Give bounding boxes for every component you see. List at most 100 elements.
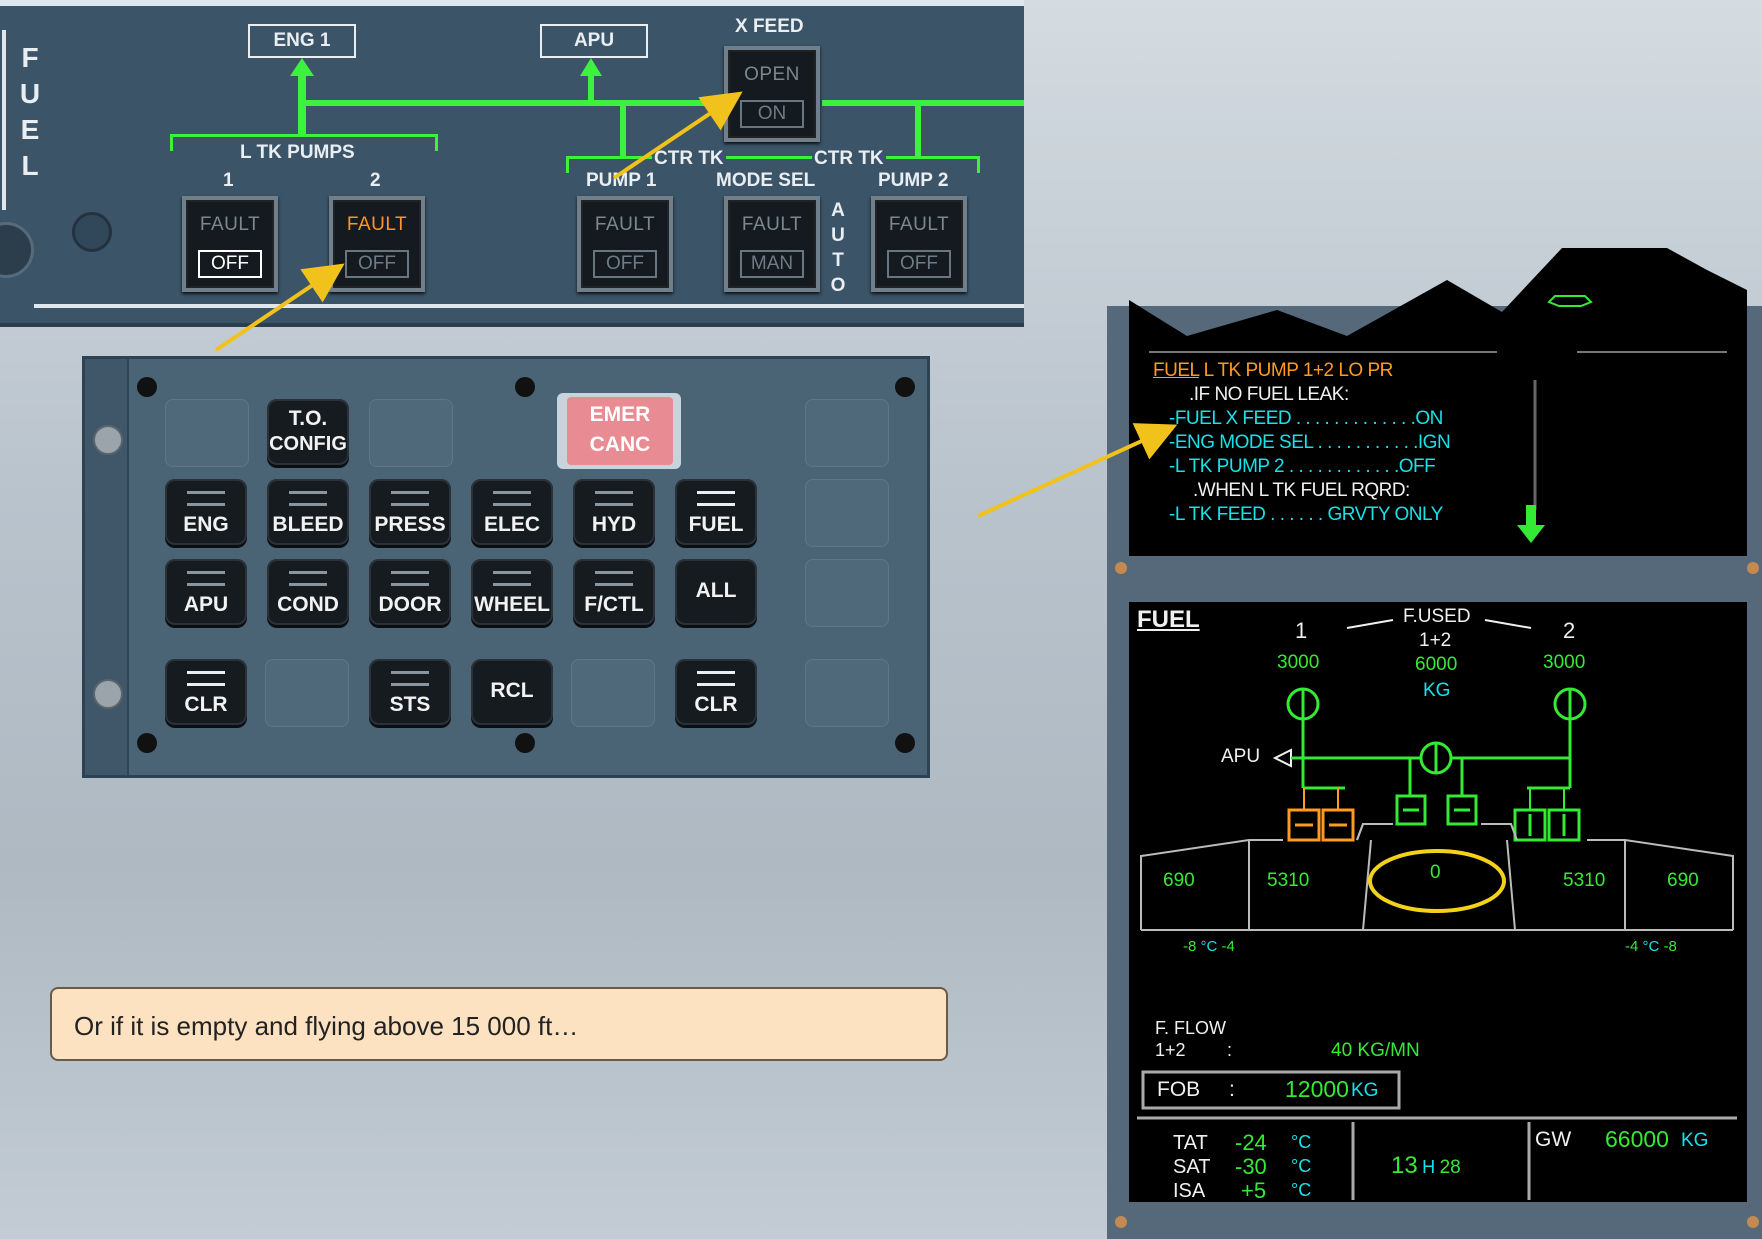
isa-label: ISA — [1173, 1180, 1206, 1202]
gw-label: GW — [1535, 1128, 1572, 1151]
empty-slot — [571, 659, 655, 727]
auto-label: A U T O — [828, 198, 848, 298]
key-light-bars — [595, 491, 633, 506]
eng-page-key[interactable]: ENG — [165, 479, 247, 545]
fault-light: FAULT — [741, 214, 803, 235]
l-tk-pumps-label: L TK PUMPS — [236, 142, 359, 164]
key-light-bars — [187, 671, 225, 686]
key-label: PRESS — [374, 513, 446, 536]
gw-value: 66000 — [1605, 1126, 1669, 1152]
key-label: HYD — [591, 513, 637, 536]
right-outer-tank-qty: 690 — [1667, 870, 1699, 891]
key-label: COND — [277, 593, 339, 616]
to-config-key[interactable]: T.O. CONFIG — [267, 399, 349, 465]
auto-letter: A — [831, 200, 845, 221]
empty-slot — [805, 559, 889, 627]
ctr-tk-pump1-pushbutton[interactable]: FAULT OFF — [577, 196, 673, 292]
gw-unit: KG — [1681, 1130, 1709, 1151]
mode-sel-pushbutton[interactable]: FAULT MAN — [724, 196, 820, 292]
ecam-control-panel: T.O. CONFIG EMER CANC ENG BLEED PRESS EL… — [82, 356, 930, 778]
ecam-display-unit: FUEL L TK PUMP 1+2 LO PR .IF NO FUEL LEA… — [1107, 240, 1762, 1239]
fault-light: FAULT — [888, 214, 950, 235]
l-tk-pump1-pushbutton[interactable]: FAULT OFF — [182, 196, 278, 292]
key-label: CLR — [694, 693, 738, 716]
fuel-page-key[interactable]: FUEL — [675, 479, 757, 545]
elec-page-key[interactable]: ELEC — [471, 479, 553, 545]
screw-icon — [515, 377, 535, 397]
tat-label: TAT — [1173, 1132, 1208, 1154]
apu-page-key[interactable]: APU — [165, 559, 247, 625]
clock-hours: 13 — [1391, 1152, 1418, 1179]
side-title-letter: L — [21, 150, 39, 181]
eng1-number: 1 — [1295, 618, 1308, 643]
ctr-tk-pump2-pushbutton[interactable]: FAULT OFF — [871, 196, 967, 292]
left-tank-temps: -8 °C -4 — [1183, 938, 1235, 955]
screw-icon — [137, 733, 157, 753]
key-label: ENG — [183, 513, 229, 536]
temp-unit: °C — [1642, 938, 1660, 955]
pump2-number: 2 — [370, 170, 381, 191]
emer-canc-key[interactable]: EMER CANC — [557, 393, 681, 469]
empty-slot — [265, 659, 349, 727]
key-light-bars — [595, 571, 633, 586]
fuel-line-apu-stem — [588, 72, 594, 104]
fuel-line-eng1-stem — [298, 72, 306, 136]
overhead-fuel-panel: F U E L ENG 1 APU X FEED L TK PUMPS 1 2 … — [0, 0, 1024, 327]
xfeed-label: X FEED — [735, 16, 804, 37]
auto-letter: U — [831, 225, 845, 246]
emer-canc-line1: EMER — [589, 403, 651, 426]
off-light: OFF — [593, 250, 657, 278]
hyd-page-key[interactable]: HYD — [573, 479, 655, 545]
sat-label: SAT — [1173, 1156, 1211, 1178]
key-label: ALL — [695, 579, 737, 602]
right-tank-temps: -4 °C -8 — [1625, 938, 1677, 955]
off-light: OFF — [198, 250, 262, 278]
l-tk-pump2-pushbutton[interactable]: FAULT OFF — [329, 196, 425, 292]
key-light-bars — [697, 491, 735, 506]
apu-label: APU — [540, 24, 648, 58]
key-light-bars — [391, 571, 429, 586]
fuel-line-right — [822, 100, 1024, 106]
all-key[interactable]: ALL — [675, 559, 757, 625]
eng2-fuel-used: 3000 — [1543, 652, 1586, 673]
right-outer-temp: -8 — [1663, 938, 1677, 955]
arrow-up-icon — [290, 58, 314, 76]
xfeed-pushbutton[interactable]: OPEN ON — [724, 46, 820, 142]
panel-knob-icon — [0, 222, 34, 278]
isa-unit: °C — [1291, 1180, 1312, 1200]
panel-left-line — [2, 30, 6, 210]
f-used-sub: 1+2 — [1419, 630, 1452, 651]
fuel-used-unit: KG — [1423, 680, 1451, 701]
auto-letter: T — [832, 250, 844, 271]
rail-screw-icon — [93, 425, 123, 455]
f-used-label: F.USED — [1403, 606, 1471, 627]
bleed-page-key[interactable]: BLEED — [267, 479, 349, 545]
empty-slot — [805, 399, 889, 467]
screw-icon — [895, 733, 915, 753]
press-page-key[interactable]: PRESS — [369, 479, 451, 545]
right-inner-temp: -4 — [1625, 938, 1639, 955]
left-outer-tank-qty: 690 — [1163, 870, 1195, 891]
caption-box: Or if it is empty and flying above 15 00… — [50, 987, 948, 1061]
clr-left-key[interactable]: CLR — [165, 659, 247, 725]
wheel-page-key[interactable]: WHEEL — [471, 559, 553, 625]
screw-icon — [895, 377, 915, 397]
to-config-line2: CONFIG — [269, 433, 347, 455]
empty-slot — [805, 479, 889, 547]
clr-right-key[interactable]: CLR — [675, 659, 757, 725]
tat-unit: °C — [1291, 1132, 1312, 1152]
key-light-bars — [289, 491, 327, 506]
key-light-bars — [493, 491, 531, 506]
sts-key[interactable]: STS — [369, 659, 451, 725]
cond-page-key[interactable]: COND — [267, 559, 349, 625]
left-outer-temp: -8 — [1183, 938, 1197, 955]
eng1-label: ENG 1 — [248, 24, 356, 58]
ctr-tk-pump1-line2: PUMP 1 — [586, 170, 657, 191]
tat-value: -24 — [1235, 1130, 1267, 1155]
rcl-key[interactable]: RCL — [471, 659, 553, 725]
isa-value: +5 — [1241, 1178, 1267, 1203]
key-label: BLEED — [272, 513, 344, 536]
sat-unit: °C — [1291, 1156, 1312, 1176]
fctl-page-key[interactable]: F/CTL — [573, 559, 655, 625]
door-page-key[interactable]: DOOR — [369, 559, 451, 625]
